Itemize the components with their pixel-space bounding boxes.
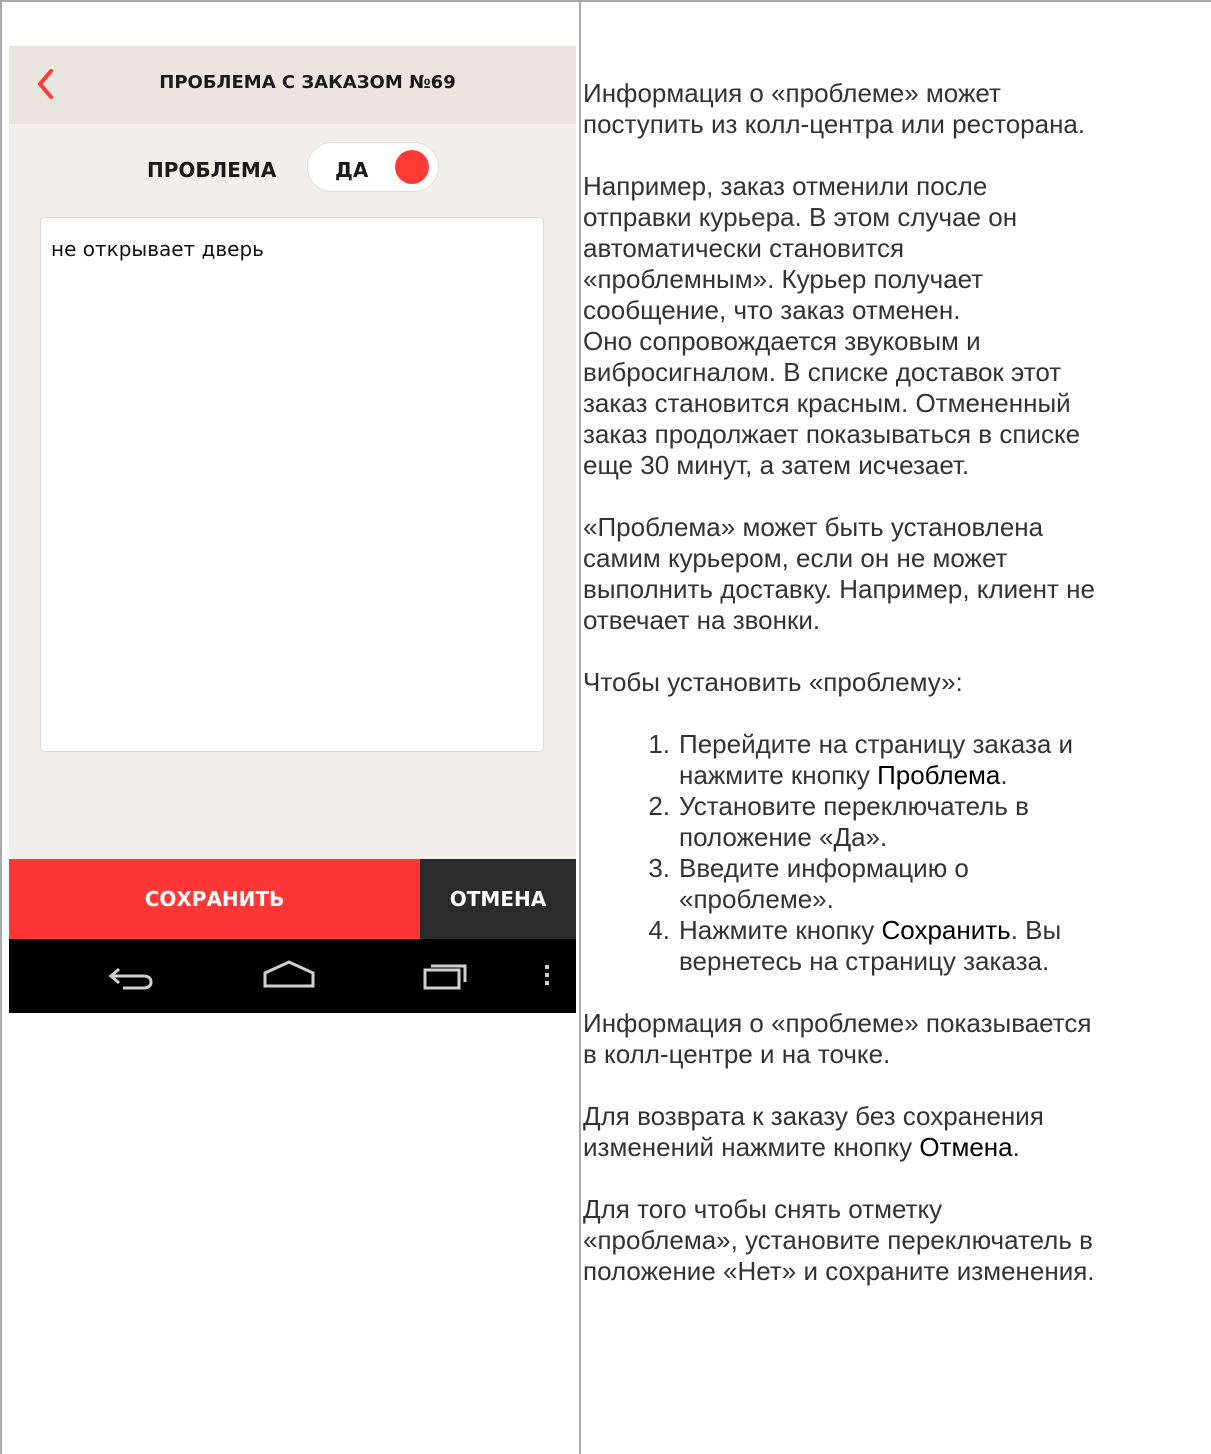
toggle-value: ДА bbox=[335, 158, 369, 182]
nav-home-button[interactable] bbox=[259, 956, 319, 1001]
help-paragraph: Информация о «проблеме» может поступить … bbox=[583, 78, 1086, 139]
help-paragraph: «Проблема» может быть установлена самим … bbox=[583, 512, 1095, 635]
step-text: Нажмите кнопку Сохранить. Вы вернетесь н… bbox=[679, 915, 1061, 977]
list-item: 3. Введите информацию о «проблеме». bbox=[583, 853, 1211, 915]
cancel-button[interactable]: ОТМЕНА bbox=[420, 859, 576, 939]
step-text-part: Установите переключатель в положение «Да… bbox=[679, 791, 1029, 852]
list-item: 4. Нажмите кнопку Сохранить. Вы вернетес… bbox=[583, 915, 1211, 977]
help-paragraph: Для возврата к заказу без сохранения изм… bbox=[583, 1101, 1211, 1163]
nav-back-button[interactable] bbox=[101, 956, 161, 1001]
problem-row: ПРОБЛЕМА ДА bbox=[9, 142, 576, 196]
nav-menu-button[interactable] bbox=[537, 956, 557, 1001]
help-text: Информация о «проблеме» может поступить … bbox=[583, 78, 1211, 1318]
problem-label: ПРОБЛЕМА bbox=[147, 158, 277, 182]
step-text: Перейдите на страницу заказа и нажмите к… bbox=[679, 729, 1073, 791]
help-paragraph: Информация о «проблеме» показывается в к… bbox=[583, 1008, 1092, 1069]
ui-term: Сохранить bbox=[881, 915, 1011, 945]
step-number: 3. bbox=[648, 853, 670, 883]
help-paragraph: Чтобы установить «проблему»: bbox=[583, 667, 963, 697]
steps-list: 1. Перейдите на страницу заказа и нажмит… bbox=[583, 729, 1211, 977]
back-button[interactable] bbox=[27, 64, 67, 104]
help-text-part: . bbox=[1012, 1132, 1020, 1162]
toggle-knob bbox=[395, 150, 429, 184]
step-text-part: Нажмите кнопку bbox=[679, 915, 882, 945]
step-number: 1. bbox=[648, 729, 670, 759]
list-item: 2. Установите переключатель в положение … bbox=[583, 791, 1211, 853]
page-title: ПРОБЛЕМА С ЗАКАЗОМ №69 bbox=[159, 72, 456, 93]
save-button[interactable]: СОХРАНИТЬ bbox=[9, 859, 420, 939]
help-paragraph: Например, заказ отменили после отправки … bbox=[583, 171, 1081, 480]
step-number: 2. bbox=[648, 791, 670, 821]
android-navbar bbox=[9, 939, 576, 1013]
step-text: Введите информацию о «проблеме». bbox=[679, 853, 969, 915]
nav-recents-button[interactable] bbox=[419, 956, 479, 1001]
step-number: 4. bbox=[648, 915, 670, 945]
app-header: ПРОБЛЕМА С ЗАКАЗОМ №69 bbox=[9, 46, 576, 124]
chevron-left-icon bbox=[38, 69, 53, 99]
overflow-menu-icon bbox=[545, 965, 549, 985]
step-text: Установите переключатель в положение «Да… bbox=[679, 791, 1029, 853]
problem-toggle[interactable]: ДА bbox=[307, 142, 439, 192]
help-paragraph: Для того чтобы снять отметку «проблема»,… bbox=[583, 1194, 1095, 1286]
column-divider bbox=[579, 0, 581, 1454]
step-text-part: . bbox=[1000, 760, 1008, 790]
recents-icon bbox=[423, 964, 467, 990]
problem-description-field[interactable]: не открывает дверь bbox=[40, 217, 544, 752]
list-item: 1. Перейдите на страницу заказа и нажмит… bbox=[583, 729, 1211, 791]
back-arrow-icon bbox=[108, 967, 153, 990]
ui-term: Отмена bbox=[919, 1132, 1013, 1162]
ui-term: Проблема bbox=[877, 760, 1001, 790]
home-icon bbox=[263, 960, 315, 988]
step-text-part: Введите информацию о «проблеме». bbox=[679, 853, 969, 914]
phone-screen: ПРОБЛЕМА С ЗАКАЗОМ №69 ПРОБЛЕМА ДА не от… bbox=[9, 46, 576, 1013]
